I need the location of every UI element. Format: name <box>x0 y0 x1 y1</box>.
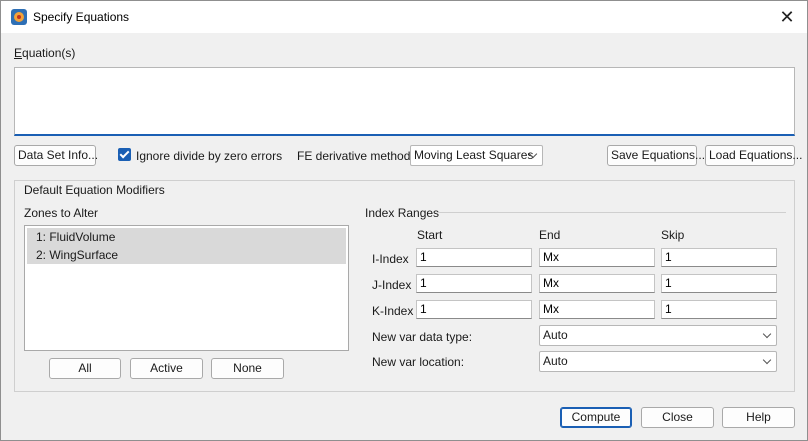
help-button[interactable]: Help <box>722 407 795 428</box>
fe-method-value: Moving Least Squares <box>414 148 534 162</box>
start-header: Start <box>417 228 443 242</box>
compute-button[interactable]: Compute <box>560 407 632 428</box>
j-index-label: J-Index <box>372 278 412 292</box>
fe-method-select[interactable]: Moving Least Squares <box>410 145 543 166</box>
ignore-divide-label: Ignore divide by zero errors <box>136 149 283 163</box>
zones-listbox[interactable]: 1: FluidVolume 2: WingSurface <box>24 225 349 351</box>
save-equations-button[interactable]: Save Equations... <box>607 145 705 166</box>
j-index-end-field[interactable]: Mx <box>539 274 655 293</box>
active-zones-button[interactable]: Active <box>130 358 203 379</box>
index-ranges-divider <box>437 212 786 213</box>
k-index-start-field[interactable]: 1 <box>416 300 532 319</box>
j-index-skip-field[interactable]: 1 <box>661 274 777 293</box>
none-zones-button[interactable]: None <box>211 358 284 379</box>
new-var-type-select[interactable]: Auto <box>539 325 777 346</box>
i-index-end-field[interactable]: Mx <box>539 248 655 267</box>
close-icon[interactable]: ✕ <box>773 3 801 31</box>
new-var-location-label: New var location: <box>372 355 465 369</box>
skip-header: Skip <box>661 228 685 242</box>
close-button[interactable]: Close <box>641 407 714 428</box>
zones-label: Zones to Alter <box>24 206 99 220</box>
fe-method-label: FE derivative method: <box>297 149 414 163</box>
new-var-location-value: Auto <box>543 354 568 368</box>
i-index-label: I-Index <box>372 252 409 266</box>
equations-textarea[interactable] <box>14 67 795 136</box>
i-index-skip-field[interactable]: 1 <box>661 248 777 267</box>
equations-label-text: quation(s) <box>22 46 76 60</box>
list-item[interactable]: 2: WingSurface <box>27 246 346 264</box>
all-zones-button[interactable]: All <box>49 358 121 379</box>
k-index-end-field[interactable]: Mx <box>539 300 655 319</box>
i-index-start-field[interactable]: 1 <box>416 248 532 267</box>
j-index-start-field[interactable]: 1 <box>416 274 532 293</box>
new-var-type-label: New var data type: <box>372 330 473 344</box>
window-title: Specify Equations <box>33 10 130 24</box>
chevron-down-icon <box>762 355 772 365</box>
chevron-down-icon <box>762 329 772 339</box>
end-header: End <box>539 228 561 242</box>
equations-label: Equation(s) <box>14 46 76 60</box>
index-ranges-title: Index Ranges <box>365 206 440 220</box>
load-equations-button[interactable]: Load Equations... <box>705 145 802 166</box>
new-var-type-value: Auto <box>543 328 568 342</box>
specify-equations-dialog: Specify Equations ✕ Equation(s) Data Set… <box>0 0 808 441</box>
ignore-divide-checkbox[interactable] <box>118 148 131 161</box>
k-index-skip-field[interactable]: 1 <box>661 300 777 319</box>
new-var-location-select[interactable]: Auto <box>539 351 777 372</box>
data-set-info-button[interactable]: Data Set Info... <box>14 145 98 166</box>
title-bar: Specify Equations ✕ <box>1 1 807 33</box>
modifiers-title: Default Equation Modifiers <box>21 183 168 197</box>
list-item[interactable]: 1: FluidVolume <box>27 228 346 246</box>
app-logo-icon <box>11 9 27 25</box>
k-index-label: K-Index <box>372 304 414 318</box>
